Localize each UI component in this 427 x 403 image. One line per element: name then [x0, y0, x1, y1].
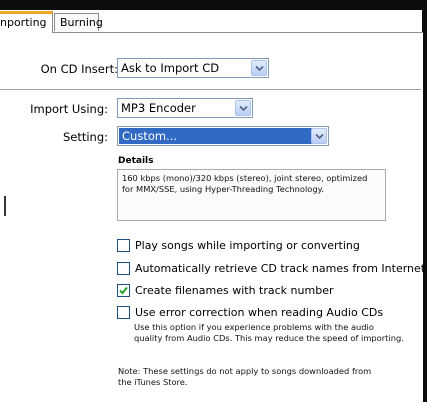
section-divider — [0, 89, 421, 91]
tab-importing-label: nporting — [0, 16, 47, 29]
play-while-importing-option[interactable]: Play songs while importing or converting — [117, 239, 360, 252]
chevron-down-icon[interactable] — [251, 60, 267, 76]
error-correction-option[interactable]: Use error correction when reading Audio … — [117, 306, 383, 319]
import-using-dropdown[interactable]: MP3 Encoder — [117, 98, 253, 118]
setting-dropdown[interactable]: Custom... — [117, 126, 329, 146]
details-text: 160 kbps (mono)/320 kbps (stereo), joint… — [117, 169, 386, 221]
importing-panel: On CD Insert: Ask to Import CD Import Us… — [0, 32, 425, 403]
retrieve-track-names-label: Automatically retrieve CD track names fr… — [135, 262, 426, 275]
play-while-importing-label: Play songs while importing or converting — [135, 239, 360, 252]
settings-note: Note: These settings do not apply to son… — [118, 366, 372, 387]
import-using-label: Import Using: — [30, 102, 108, 116]
setting-value: Custom... — [119, 128, 315, 144]
setting-label: Setting: — [62, 130, 108, 144]
tab-burning[interactable]: Burning — [54, 13, 103, 31]
window-frame-top — [0, 0, 427, 10]
play-while-importing-checkbox[interactable] — [117, 239, 130, 252]
filenames-track-number-option[interactable]: Create filenames with track number — [117, 284, 333, 297]
import-using-value: MP3 Encoder — [121, 101, 196, 115]
on-cd-insert-value: Ask to Import CD — [121, 61, 220, 75]
filenames-track-number-checkbox[interactable] — [117, 284, 130, 297]
retrieve-track-names-checkbox[interactable] — [117, 262, 130, 275]
left-edge-marker — [4, 196, 6, 216]
error-correction-label: Use error correction when reading Audio … — [135, 306, 384, 319]
tab-importing[interactable]: nporting — [0, 11, 53, 33]
error-correction-checkbox[interactable] — [117, 306, 130, 319]
on-cd-insert-dropdown[interactable]: Ask to Import CD — [117, 58, 269, 78]
chevron-down-icon[interactable] — [311, 128, 327, 144]
retrieve-track-names-option[interactable]: Automatically retrieve CD track names fr… — [117, 262, 425, 275]
error-correction-hint: Use this option if you experience proble… — [134, 322, 404, 343]
tab-burning-label: Burning — [60, 16, 103, 29]
filenames-track-number-label: Create filenames with track number — [135, 284, 334, 297]
details-heading: Details — [118, 156, 154, 166]
on-cd-insert-label: On CD Insert: — [40, 62, 118, 76]
checkmark-icon — [119, 286, 128, 295]
chevron-down-icon[interactable] — [235, 100, 251, 116]
